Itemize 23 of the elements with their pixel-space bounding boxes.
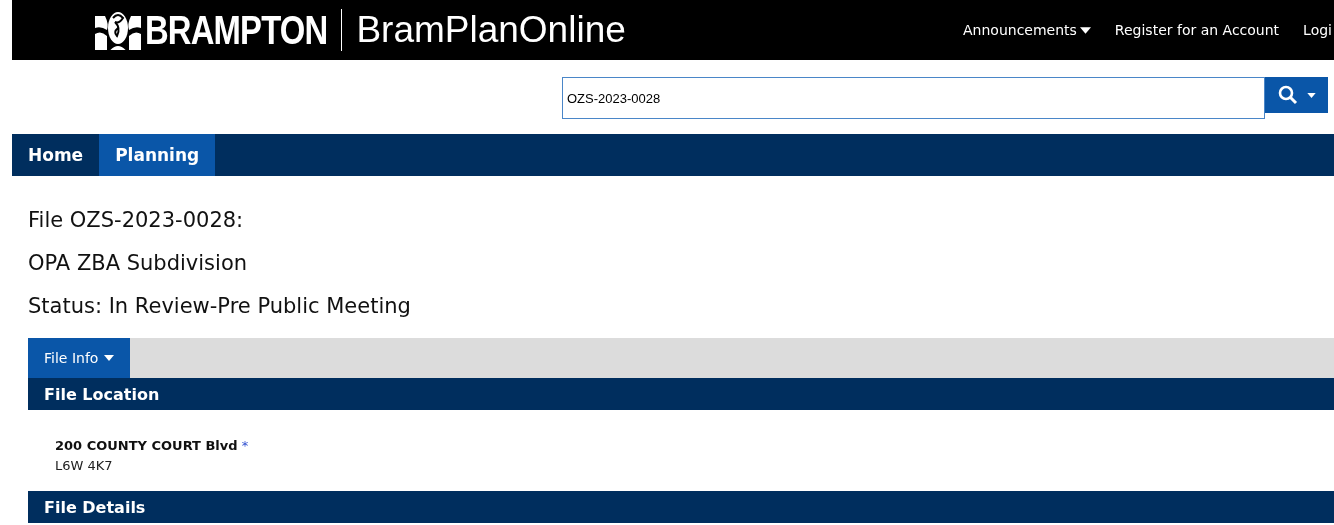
section-header: File Details bbox=[28, 491, 1334, 523]
logo-wordmark: BRAMPTON bbox=[145, 7, 328, 53]
caret-icon bbox=[104, 355, 115, 361]
postal-code: L6W 4K7 bbox=[55, 458, 114, 473]
page-heading: Status: In Review-Pre Public Meeting bbox=[28, 292, 412, 320]
site-title[interactable]: BramPlanOnline bbox=[356, 9, 626, 51]
nav-tab[interactable]: Home bbox=[12, 134, 100, 176]
search-button[interactable] bbox=[1265, 77, 1328, 113]
nav-tab[interactable]: Planning bbox=[99, 134, 216, 176]
page-heading: OPA ZBA Subdivision bbox=[28, 249, 249, 277]
caret-icon bbox=[1079, 26, 1091, 34]
search-field[interactable]: OZS-2023-0028 bbox=[562, 77, 1265, 119]
search-icon bbox=[1277, 85, 1298, 105]
announcements-menu[interactable]: Announcements bbox=[963, 22, 1091, 38]
header-link[interactable]: Register for an Account bbox=[1114, 22, 1280, 38]
required-mark: * bbox=[241, 438, 249, 453]
file-info-tab[interactable]: File Info bbox=[28, 338, 131, 378]
section-header: File Location bbox=[28, 378, 1334, 410]
caret-icon bbox=[1306, 92, 1316, 98]
address-text: 200 COUNTY COURT Blvd bbox=[55, 438, 238, 453]
rose-emblem-icon bbox=[95, 10, 141, 50]
page-heading: File OZS-2023-0028: bbox=[28, 206, 245, 234]
header-link[interactable]: Logi bbox=[1303, 22, 1332, 38]
